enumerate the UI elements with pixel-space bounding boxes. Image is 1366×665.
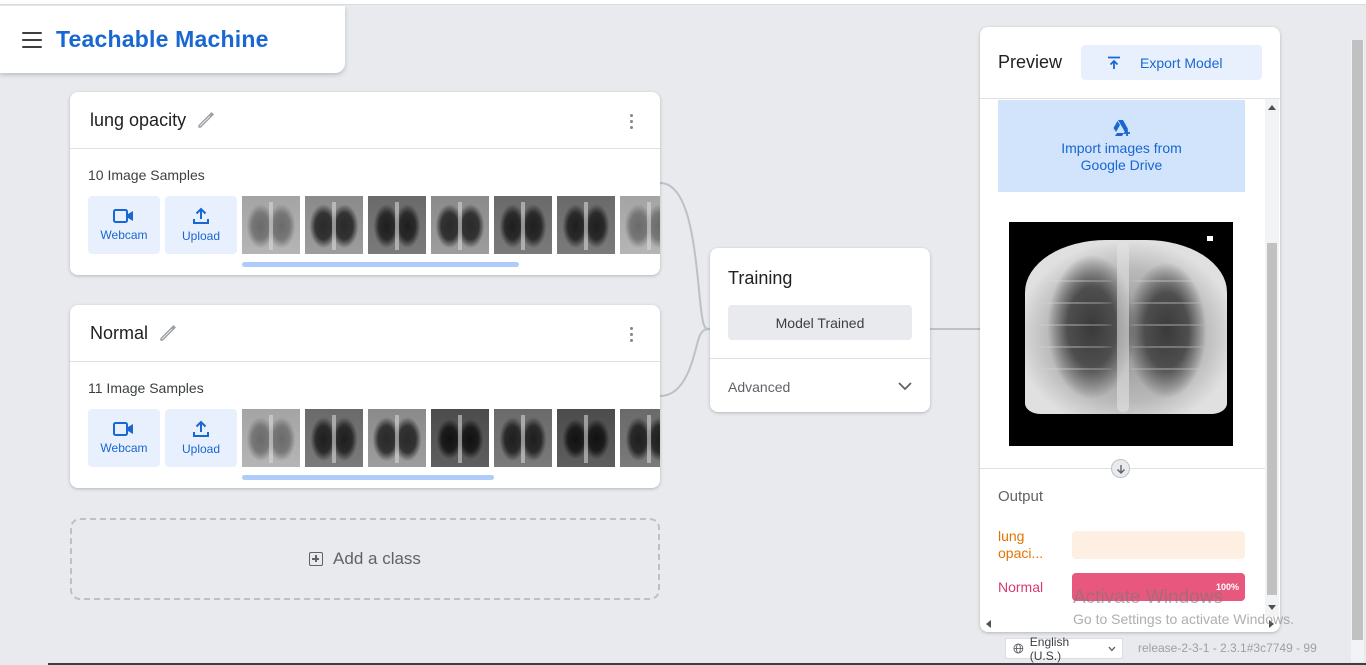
sample-image[interactable] <box>557 196 615 254</box>
sample-image[interactable] <box>557 409 615 467</box>
sample-image[interactable] <box>494 196 552 254</box>
advanced-toggle[interactable]: Advanced <box>728 379 790 395</box>
webcam-label: Webcam <box>100 441 148 455</box>
preview-panel: Preview Export Model Import images from … <box>980 27 1280 632</box>
page-scroll-thumb[interactable] <box>1352 40 1363 640</box>
samples-count: 10 Image Samples <box>88 167 205 183</box>
videocam-icon <box>113 422 133 436</box>
arrow-down-icon <box>1111 459 1130 478</box>
upload-label: Upload <box>181 442 221 456</box>
webcam-label: Webcam <box>100 228 148 242</box>
app-header: Teachable Machine <box>0 6 345 73</box>
upload-button[interactable]: Upload <box>165 196 237 254</box>
sample-image[interactable] <box>368 409 426 467</box>
chevron-down-icon <box>1108 646 1116 652</box>
training-title: Training <box>728 268 793 288</box>
output-label-lung-opacity: lung opaci... <box>998 528 1058 562</box>
sample-image[interactable] <box>305 409 363 467</box>
add-class-label: Add a class <box>333 549 421 568</box>
preview-header: Preview Export Model <box>980 27 1280 99</box>
sample-image[interactable] <box>620 196 660 254</box>
sample-row: Webcam Upload <box>88 196 660 254</box>
scroll-thumb[interactable] <box>1267 243 1277 595</box>
sample-image[interactable] <box>494 409 552 467</box>
class-card-lung-opacity: lung opacity 10 Image Samples Webcam Upl… <box>70 92 660 275</box>
import-line-2: Google Drive <box>1080 156 1163 173</box>
add-class-button[interactable]: Add a class <box>70 518 660 600</box>
release-version: release-2-3-1 - 2.3.1#3c7749 - 99 <box>1138 641 1317 655</box>
sample-thumbnails <box>242 409 660 467</box>
upload-button[interactable]: Upload <box>165 409 237 467</box>
videocam-icon <box>113 209 133 223</box>
sample-image[interactable] <box>242 409 300 467</box>
scroll-up-arrow[interactable] <box>1268 105 1276 110</box>
output-title: Output <box>998 488 1044 505</box>
chevron-down-icon[interactable] <box>898 379 912 393</box>
menu-icon[interactable] <box>22 31 42 48</box>
import-line-1: Import images from <box>1061 139 1182 156</box>
output-label-line: opaci... <box>998 545 1044 561</box>
language-select[interactable]: English (U.S.) <box>1005 635 1123 663</box>
import-google-drive-button[interactable]: Import images from Google Drive <box>998 100 1245 192</box>
windows-activation-watermark: Activate Windows Go to Settings to activ… <box>1073 587 1294 627</box>
class-card-body: 10 Image Samples Webcam Upload <box>70 149 660 275</box>
class-card-header: lung opacity <box>70 92 660 149</box>
sample-image[interactable] <box>368 196 426 254</box>
preview-image <box>1009 222 1233 446</box>
sample-image[interactable] <box>242 196 300 254</box>
upload-icon <box>193 207 209 224</box>
class-card-header: Normal <box>70 305 660 362</box>
pencil-icon[interactable] <box>196 110 216 130</box>
pencil-icon[interactable] <box>158 323 178 343</box>
class-name[interactable]: lung opacity <box>90 110 186 131</box>
watermark-title: Activate Windows <box>1073 587 1223 608</box>
model-trained-button[interactable]: Model Trained <box>728 305 912 340</box>
output-label-normal: Normal <box>998 579 1058 596</box>
preview-vertical-scrollbar[interactable] <box>1265 99 1279 616</box>
samples-count: 11 Image Samples <box>88 380 204 396</box>
page-scrollbar[interactable] <box>1351 40 1364 662</box>
class-name[interactable]: Normal <box>90 323 148 344</box>
google-drive-icon <box>1113 119 1130 136</box>
webcam-button[interactable]: Webcam <box>88 409 160 467</box>
sample-thumbnails <box>242 196 660 254</box>
sample-image[interactable] <box>431 409 489 467</box>
sample-image[interactable] <box>620 409 660 467</box>
language-label: English (U.S.) <box>1029 634 1070 663</box>
add-box-icon <box>309 552 324 566</box>
class-card-normal: Normal 11 Image Samples Webcam Upload <box>70 305 660 488</box>
output-label-line: Normal <box>998 579 1044 595</box>
upload-icon <box>193 420 209 437</box>
thumbnail-scrollbar[interactable] <box>242 475 494 480</box>
more-vert-icon[interactable] <box>630 114 634 129</box>
class-card-body: 11 Image Samples Webcam Upload <box>70 362 660 488</box>
upload-label: Upload <box>181 229 221 243</box>
sample-image[interactable] <box>305 196 363 254</box>
globe-icon <box>1013 643 1024 654</box>
browser-top-edge <box>0 0 1366 5</box>
sample-row: Webcam Upload <box>88 409 660 467</box>
more-vert-icon[interactable] <box>630 327 634 342</box>
output-label-line: lung <box>998 528 1025 544</box>
export-model-button[interactable]: Export Model <box>1081 45 1262 80</box>
app-title[interactable]: Teachable Machine <box>56 26 269 53</box>
output-bar-lung-opacity <box>1072 531 1245 559</box>
export-icon <box>1108 56 1120 69</box>
export-model-label: Export Model <box>1140 54 1223 71</box>
training-card: Training Model Trained Advanced <box>710 248 930 412</box>
sample-image[interactable] <box>431 196 489 254</box>
scroll-left-arrow[interactable] <box>986 620 991 628</box>
webcam-button[interactable]: Webcam <box>88 196 160 254</box>
watermark-subtitle: Go to Settings to activate Windows. <box>1073 611 1294 627</box>
divider <box>710 358 930 359</box>
preview-title: Preview <box>998 52 1063 72</box>
thumbnail-scrollbar[interactable] <box>242 262 519 267</box>
